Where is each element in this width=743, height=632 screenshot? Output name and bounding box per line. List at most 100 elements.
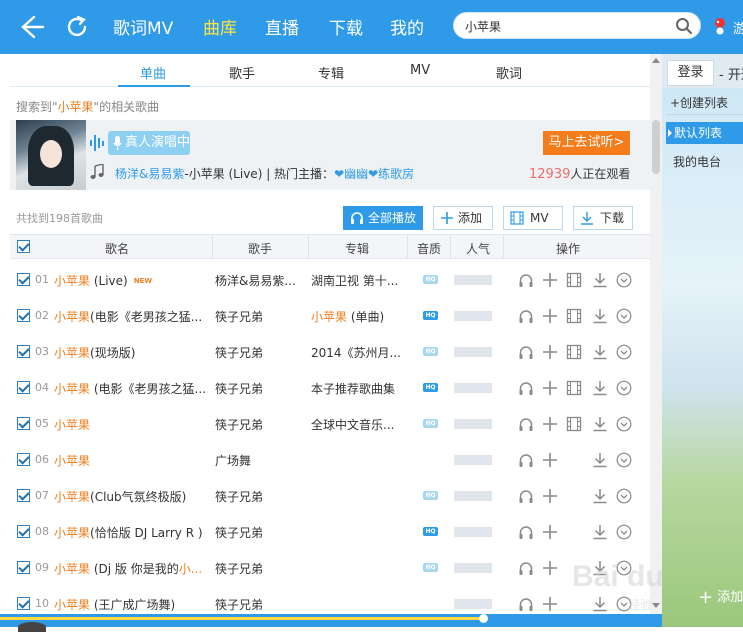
tab-single[interactable]: 单曲	[140, 63, 166, 82]
song-artist[interactable]: 筷子兄弟	[215, 488, 305, 505]
song-title[interactable]: 小苹果(Club气氛终极版)	[54, 488, 212, 505]
add-to-list-icon[interactable]	[542, 416, 558, 432]
scrollbar-thumb[interactable]	[652, 120, 660, 174]
column-popularity[interactable]: 人气	[466, 240, 490, 257]
listen-icon[interactable]	[518, 380, 534, 396]
sidebar-item-my-radio[interactable]: 我的电台	[673, 153, 721, 170]
more-options-icon[interactable]	[616, 308, 632, 324]
nav-lyrics-mv[interactable]: 歌词MV	[113, 14, 173, 39]
column-artist[interactable]: 歌手	[248, 240, 272, 257]
download-button[interactable]: 下载	[573, 206, 633, 230]
back-arrow-icon[interactable]	[16, 12, 46, 42]
table-row[interactable]: 08 小苹果(恰恰版 DJ Larry R ) 筷子兄弟 HQ	[10, 514, 650, 550]
song-title[interactable]: 小苹果(现场版)	[54, 344, 212, 361]
add-button[interactable]: 添加	[433, 206, 493, 230]
song-checkbox[interactable]	[17, 345, 30, 358]
download-icon[interactable]	[592, 452, 608, 468]
select-all-checkbox[interactable]	[17, 240, 30, 253]
add-to-list-icon[interactable]	[542, 560, 558, 576]
song-album[interactable]: 本子推荐歌曲集	[311, 380, 406, 397]
song-checkbox[interactable]	[17, 525, 30, 538]
add-to-list-icon[interactable]	[542, 380, 558, 396]
create-list-button[interactable]: +创建列表	[670, 94, 728, 111]
column-album[interactable]: 专辑	[345, 240, 369, 257]
song-artist[interactable]: 筷子兄弟	[215, 416, 305, 433]
song-album[interactable]: 小苹果 (单曲)	[311, 308, 406, 325]
song-artist[interactable]: 筷子兄弟	[215, 380, 305, 397]
sidebar-add-button[interactable]: + 添加	[698, 586, 743, 608]
table-row[interactable]: 01 小苹果 (Live) NEW 杨洋&易易紫... 湖南卫视 第十... HQ	[10, 262, 650, 298]
song-artist[interactable]: 筷子兄弟	[215, 308, 305, 325]
player-progress-bar[interactable]	[0, 614, 662, 632]
song-artist[interactable]: 筷子兄弟	[215, 596, 305, 613]
more-options-icon[interactable]	[616, 272, 632, 288]
listen-icon[interactable]	[518, 272, 534, 288]
song-artist[interactable]: 杨洋&易易紫...	[215, 272, 305, 289]
search-icon[interactable]	[675, 17, 693, 35]
live-song-artist[interactable]: 杨洋&易易紫	[115, 167, 184, 181]
play-all-button[interactable]: 全部播放	[343, 206, 423, 230]
hot-anchor-names[interactable]: ❤幽幽❤练歌房	[334, 167, 414, 181]
listen-icon[interactable]	[518, 344, 534, 360]
song-album[interactable]: 2014《苏州月...	[311, 344, 406, 361]
download-icon[interactable]	[592, 272, 608, 288]
song-checkbox[interactable]	[17, 381, 30, 394]
tab-mv[interactable]: MV	[410, 63, 430, 78]
nav-live[interactable]: 直播	[265, 14, 299, 39]
download-icon[interactable]	[592, 596, 608, 612]
song-title[interactable]: 小苹果	[54, 416, 212, 433]
song-album[interactable]: 湖南卫视 第十...	[311, 272, 406, 289]
download-icon[interactable]	[592, 344, 608, 360]
live-song-title[interactable]: -小苹果 (Live)	[184, 167, 262, 181]
table-row[interactable]: 04 小苹果 (电影《老男孩之猛... 筷子兄弟 本子推荐歌曲集 HQ	[10, 370, 650, 406]
nav-download[interactable]: 下载	[329, 14, 363, 39]
add-to-list-icon[interactable]	[542, 524, 558, 540]
song-artist[interactable]: 筷子兄弟	[215, 524, 305, 541]
table-row[interactable]: 07 小苹果(Club气氛终极版) 筷子兄弟 HQ	[10, 478, 650, 514]
tab-lyrics[interactable]: 歌词	[496, 63, 522, 82]
tab-artist[interactable]: 歌手	[229, 63, 255, 82]
column-song-name[interactable]: 歌名	[105, 240, 129, 257]
mv-icon[interactable]	[566, 416, 582, 432]
song-checkbox[interactable]	[17, 417, 30, 430]
listen-icon[interactable]	[518, 416, 534, 432]
live-singing-button[interactable]: 真人演唱中	[108, 131, 190, 155]
song-checkbox[interactable]	[17, 489, 30, 502]
top-right-truncated-label[interactable]: 游	[733, 18, 743, 37]
more-options-icon[interactable]	[616, 596, 632, 612]
listen-icon[interactable]	[518, 308, 534, 324]
add-to-list-icon[interactable]	[542, 452, 558, 468]
add-to-list-icon[interactable]	[542, 596, 558, 612]
more-options-icon[interactable]	[616, 344, 632, 360]
song-album[interactable]: 全球中文音乐...	[311, 416, 406, 433]
nav-mine[interactable]: 我的	[390, 14, 424, 39]
table-row[interactable]: 06 小苹果 广场舞	[10, 442, 650, 478]
listen-icon[interactable]	[518, 560, 534, 576]
search-input[interactable]	[465, 17, 665, 35]
table-row[interactable]: 10 小苹果 (王广成广场舞) 筷子兄弟	[10, 586, 650, 614]
song-title[interactable]: 小苹果(电影《老男孩之猛...	[54, 308, 212, 325]
song-title[interactable]: 小苹果(恰恰版 DJ Larry R )	[54, 524, 212, 541]
more-options-icon[interactable]	[616, 452, 632, 468]
mascot-icon[interactable]	[712, 17, 728, 35]
tab-album[interactable]: 专辑	[318, 63, 344, 82]
mv-icon[interactable]	[566, 380, 582, 396]
table-row[interactable]: 03 小苹果(现场版) 筷子兄弟 2014《苏州月... HQ	[10, 334, 650, 370]
song-title[interactable]: 小苹果 (Live) NEW	[54, 272, 212, 289]
add-to-list-icon[interactable]	[542, 308, 558, 324]
table-row[interactable]: 05 小苹果 筷子兄弟 全球中文音乐... HQ	[10, 406, 650, 442]
listen-icon[interactable]	[518, 488, 534, 504]
sidebar-item-default-list[interactable]: 默认列表	[666, 122, 743, 144]
song-title[interactable]: 小苹果 (王广成广场舞)	[54, 596, 212, 613]
listen-icon[interactable]	[518, 452, 534, 468]
mv-icon[interactable]	[566, 308, 582, 324]
song-title[interactable]: 小苹果 (Dj 版 你是我的小...	[54, 560, 212, 577]
song-checkbox[interactable]	[17, 453, 30, 466]
more-options-icon[interactable]	[616, 560, 632, 576]
download-icon[interactable]	[592, 416, 608, 432]
live-singer-image[interactable]	[16, 120, 86, 190]
refresh-icon[interactable]	[64, 14, 90, 40]
nav-library[interactable]: 曲库	[203, 14, 237, 39]
add-to-list-icon[interactable]	[542, 272, 558, 288]
more-options-icon[interactable]	[616, 416, 632, 432]
